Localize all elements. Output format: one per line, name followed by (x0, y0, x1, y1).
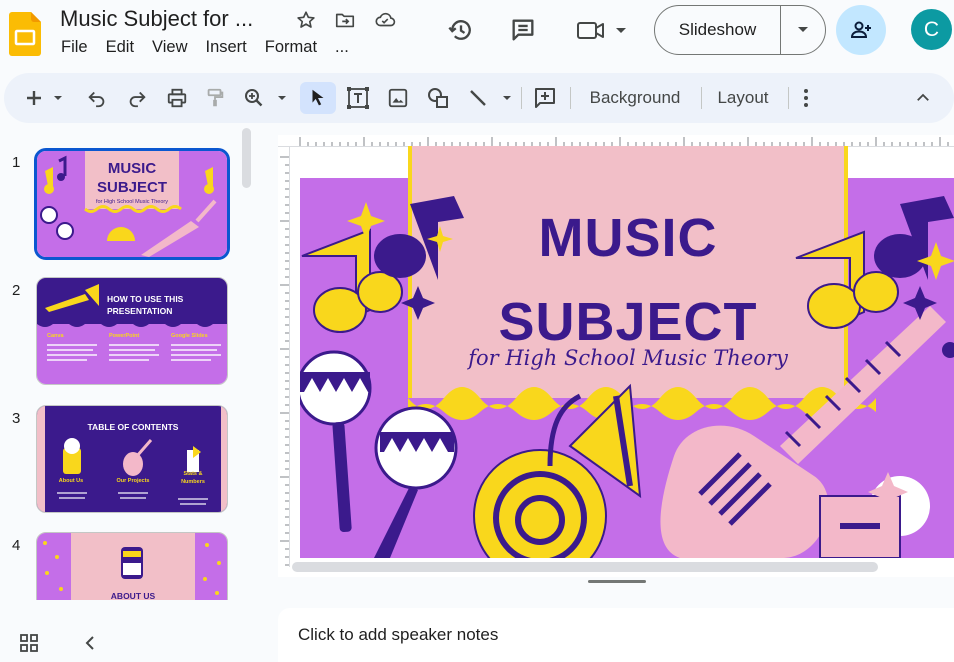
paint-format-icon[interactable] (202, 82, 228, 114)
thumb-title-line2: PRESENTATION (107, 306, 173, 316)
share-button[interactable] (836, 5, 886, 55)
slide-canvas[interactable]: MUSIC SUBJECT for High School Music Theo… (300, 146, 954, 558)
thumb-col-2: PowerPoint (109, 333, 140, 339)
line-icon (470, 90, 511, 106)
text-box-icon[interactable] (343, 82, 373, 114)
slides-logo-icon[interactable] (9, 12, 41, 56)
slide-title-line1[interactable]: MUSIC (412, 196, 844, 280)
horizontal-scrollbar[interactable] (292, 562, 878, 572)
line-tool-button[interactable] (466, 82, 516, 114)
filmstrip: 1 MUSIC SUBJECT for High School Music Th… (0, 130, 265, 600)
menu-file[interactable]: File (52, 38, 97, 60)
menu-bar: File Edit View Insert Format ... (52, 38, 358, 60)
thumb-item-3: Stats & (183, 471, 203, 477)
slide-thumbnail-1[interactable]: MUSIC SUBJECT for High School Music Theo… (34, 148, 230, 260)
add-person-icon (850, 21, 871, 38)
move-to-folder-icon[interactable] (333, 8, 357, 32)
cloud-saved-icon[interactable] (372, 8, 398, 32)
more-options-icon[interactable] (796, 82, 816, 114)
document-title[interactable]: Music Subject for ... (60, 6, 253, 32)
select-tool-icon[interactable] (300, 82, 336, 114)
slide-number: 2 (12, 282, 21, 299)
thumb-item-3b: Numbers (181, 479, 205, 485)
version-history-icon[interactable] (446, 15, 476, 45)
menu-insert[interactable]: Insert (197, 38, 256, 60)
thumb-item-1: About Us (58, 478, 84, 484)
thumb-title: TABLE OF CONTENTS (87, 422, 179, 432)
thumb-title-line1: HOW TO USE THIS (107, 294, 184, 304)
speaker-notes[interactable]: Click to add speaker notes (278, 608, 954, 662)
vertical-ruler (280, 147, 290, 567)
thumb-subtitle: for High School Music Theory (95, 199, 169, 205)
account-avatar[interactable]: C (911, 9, 952, 50)
toolbar: Background Layout (4, 73, 954, 123)
menu-more[interactable]: ... (326, 38, 358, 60)
menu-format[interactable]: Format (256, 38, 326, 60)
shape-icon[interactable] (424, 82, 452, 114)
new-slide-button[interactable] (22, 82, 62, 114)
plus-icon (27, 91, 62, 105)
insert-image-icon[interactable] (384, 82, 412, 114)
notes-resize-handle[interactable] (588, 580, 646, 583)
slideshow-button[interactable]: Slideshow (655, 6, 781, 54)
comments-icon[interactable] (508, 15, 538, 45)
slide-subtitle[interactable]: for High School Music Theory (412, 346, 844, 370)
slide-number: 1 (12, 154, 21, 171)
thumb-item-2: Our Projects (116, 478, 150, 484)
zoom-icon (245, 89, 286, 107)
collapse-toolbar-icon[interactable] (909, 82, 937, 114)
thumb-title: ABOUT US (110, 591, 156, 600)
collapse-filmstrip-icon[interactable] (78, 630, 102, 656)
slide-number: 4 (12, 537, 21, 554)
thumb-col-3: Google Slides (171, 333, 208, 339)
slideshow-dropdown[interactable] (781, 6, 825, 54)
thumb-title-line1: MUSIC (107, 160, 157, 177)
grid-view-icon[interactable] (16, 630, 42, 656)
slide-thumbnail-3[interactable]: TABLE OF CONTENTS About Us Our Projects … (36, 405, 228, 513)
layout-button[interactable]: Layout (708, 82, 778, 114)
slide-thumbnail-2[interactable]: HOW TO USE THIS PRESENTATION Canva Power… (36, 277, 228, 385)
filmstrip-scrollbar[interactable] (242, 128, 251, 188)
print-icon[interactable] (164, 82, 190, 114)
redo-icon[interactable] (124, 82, 150, 114)
zoom-button[interactable] (242, 82, 292, 114)
undo-icon[interactable] (84, 82, 110, 114)
menu-edit[interactable]: Edit (97, 38, 143, 60)
background-button[interactable]: Background (579, 82, 691, 114)
star-icon[interactable] (294, 8, 318, 32)
slideshow-button-group: Slideshow (654, 5, 826, 55)
thumb-title-line2: SUBJECT (96, 179, 167, 196)
chevron-down-icon (798, 27, 808, 32)
slide-number: 3 (12, 410, 21, 427)
slide-thumbnail-4[interactable]: ABOUT US (36, 532, 228, 600)
thumb-col-1: Canva (47, 333, 64, 339)
meet-camera-icon[interactable] (574, 15, 630, 45)
add-comment-icon[interactable] (531, 82, 559, 114)
menu-view[interactable]: View (143, 38, 196, 60)
